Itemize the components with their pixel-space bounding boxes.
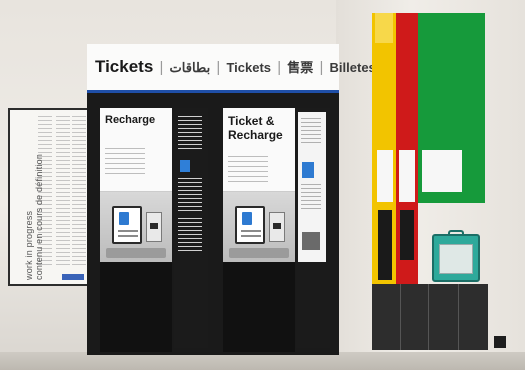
machine-small-print: [228, 156, 268, 186]
card-icon: [302, 162, 314, 178]
card-slot: [150, 223, 158, 229]
yellow-column-cap: [375, 13, 393, 43]
payment-icon: [302, 232, 320, 250]
info-strip: [174, 108, 208, 348]
banner-title: Tickets: [95, 57, 154, 76]
machine-title: Recharge: [105, 114, 156, 126]
aed-handle[interactable]: [448, 230, 464, 236]
screen-text-line: [241, 235, 261, 237]
green-info-sticker: [422, 150, 462, 192]
ticket-recharge-machine: Ticket & Recharge: [223, 108, 295, 352]
banner-text: Tickets | بطاقات | Tickets | 售票 | Billet…: [95, 57, 376, 77]
tickets-banner: Tickets | بطاقات | Tickets | 售票 | Billet…: [87, 44, 376, 93]
machine-small-print: [105, 148, 145, 178]
touch-screen[interactable]: [235, 206, 265, 244]
machine-console: [223, 192, 295, 262]
card-icon: [242, 212, 252, 225]
floor-marker: [494, 336, 506, 348]
banner-arabic: بطاقات: [169, 60, 211, 75]
machine-cabinet: [100, 262, 172, 352]
red-info-sticker: [399, 150, 415, 202]
aed-window: [439, 244, 473, 274]
strip-text: [178, 116, 202, 150]
machine-title-line1: Ticket &: [228, 114, 275, 128]
machine-console: [100, 192, 172, 262]
machine-title: Ticket & Recharge: [228, 114, 283, 142]
notice-text-column: [56, 116, 70, 266]
notice-vertical-line1: work in progress: [24, 210, 34, 280]
intercom-panel[interactable]: [378, 210, 392, 280]
card-reader[interactable]: [269, 212, 285, 242]
ticket-tray[interactable]: [229, 248, 289, 258]
banner-separator: |: [319, 59, 324, 76]
column-base: [372, 284, 488, 350]
strip-text: [178, 218, 202, 252]
base-divider: [458, 284, 459, 350]
photo-scene: work in progress contenu en cours de déf…: [0, 0, 525, 370]
panel-text: [301, 184, 321, 212]
banner-spanish: Billetes: [329, 60, 376, 75]
side-info-panel: [298, 112, 326, 262]
panel-text: [301, 118, 321, 146]
ticket-tray[interactable]: [106, 248, 166, 258]
card-slot: [273, 223, 281, 229]
strip-text: [178, 178, 202, 212]
machine-header-panel: Ticket & Recharge: [223, 108, 295, 192]
notice-text-column: [72, 116, 86, 266]
machine-header-panel: Recharge: [100, 108, 172, 192]
card-icon: [180, 160, 190, 172]
banner-chinese: 售票: [287, 60, 314, 75]
notice-vertical-line2: contenu en cours de définition: [34, 153, 44, 280]
card-icon: [119, 212, 129, 225]
aed-cabinet[interactable]: [432, 230, 480, 282]
base-divider: [428, 284, 429, 350]
machine-cabinet: [223, 262, 295, 352]
alarm-panel[interactable]: [400, 210, 414, 260]
card-reader[interactable]: [146, 212, 162, 242]
banner-french: Tickets: [226, 60, 272, 75]
screen-text-line: [118, 235, 138, 237]
notice-vertical-text: work in progress contenu en cours de déf…: [24, 154, 44, 280]
notice-board: work in progress contenu en cours de déf…: [8, 108, 90, 286]
yellow-info-sticker: [377, 150, 393, 202]
screen-text-line: [118, 230, 138, 232]
recharge-machine: Recharge: [100, 108, 172, 352]
banner-separator: |: [216, 59, 221, 76]
banner-separator: |: [277, 59, 282, 76]
banner-separator: |: [159, 59, 164, 76]
machine-title-line2: Recharge: [228, 128, 283, 142]
base-divider: [400, 284, 401, 350]
screen-text-line: [241, 230, 261, 232]
notice-logo: [62, 274, 84, 280]
touch-screen[interactable]: [112, 206, 142, 244]
